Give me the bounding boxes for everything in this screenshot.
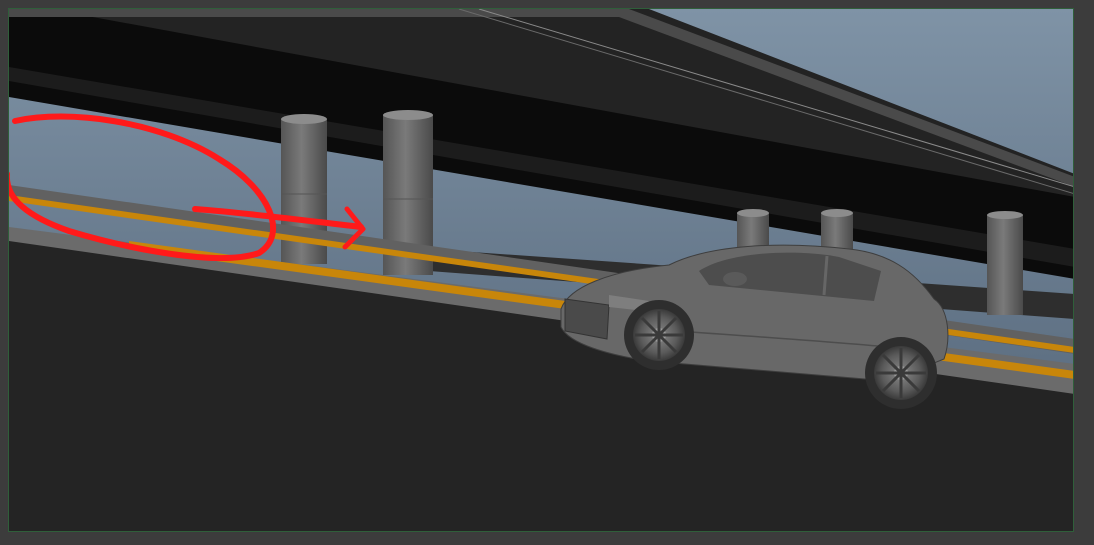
3d-viewport[interactable]: [8, 8, 1074, 532]
pillar-object[interactable]: [987, 211, 1023, 315]
app-window: [0, 0, 1094, 545]
viewport-render: [9, 9, 1073, 531]
